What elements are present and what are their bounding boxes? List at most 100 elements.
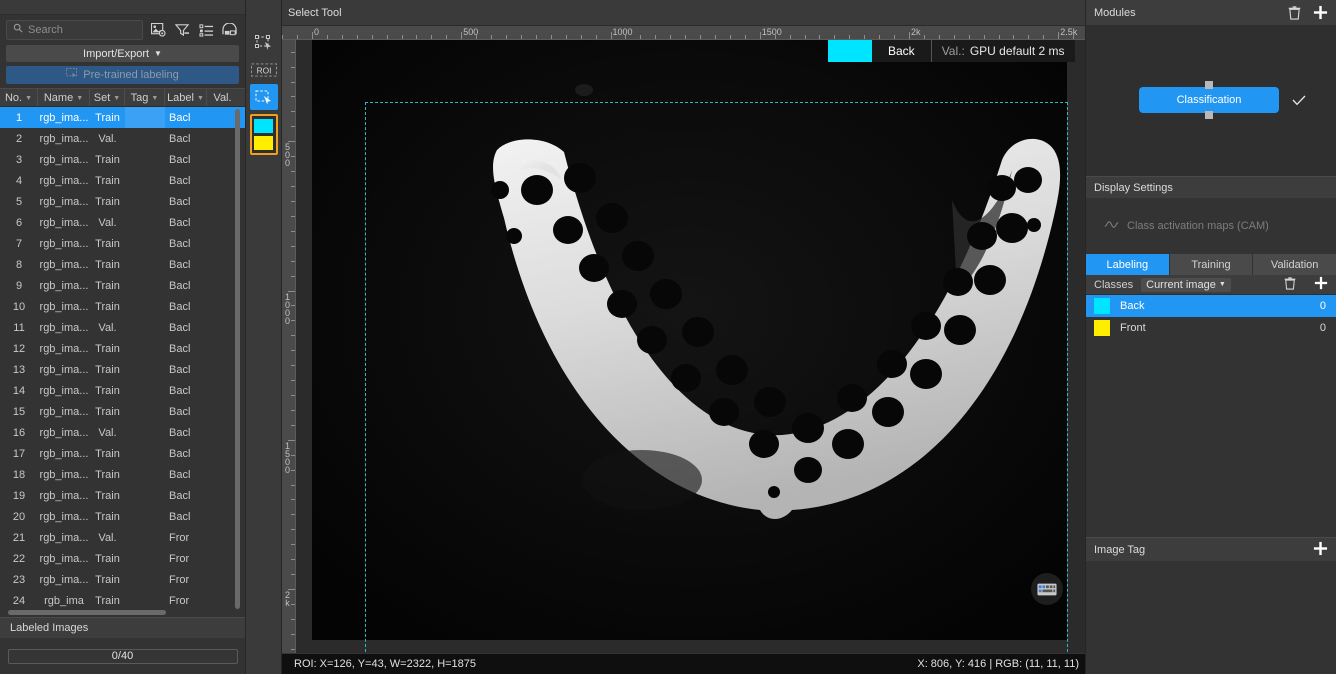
chevron-down-icon: ▼	[76, 95, 84, 102]
cell-tag[interactable]	[125, 149, 165, 170]
ruler-tick	[291, 171, 295, 173]
cell-tag[interactable]	[125, 590, 165, 611]
node-output-handle[interactable]	[1205, 111, 1213, 119]
cell-tag[interactable]	[125, 485, 165, 506]
class-swatch-back[interactable]	[254, 119, 273, 133]
dataset-table-body[interactable]: 1 rgb_ima... Train Bacl 2 rgb_ima... Val. Bacl 3…	[0, 107, 245, 617]
image-settings-icon[interactable]	[149, 21, 167, 39]
import-export-button[interactable]: Import/Export ▼	[6, 45, 239, 62]
table-row[interactable]: 13 rgb_ima... Train Bacl	[0, 359, 245, 380]
cell-tag[interactable]	[125, 170, 165, 191]
table-row[interactable]: 5 rgb_ima... Train Bacl	[0, 191, 245, 212]
classes-list[interactable]: Back 0 Front 0	[1086, 295, 1336, 339]
column-header-tag[interactable]: Tag ▼	[125, 89, 165, 106]
classes-scope-dropdown[interactable]: Current image ▼	[1141, 277, 1231, 292]
class-color-swatches[interactable]	[249, 114, 278, 155]
table-row[interactable]: 22 rgb_ima... Train Fror	[0, 548, 245, 569]
cell-tag[interactable]	[125, 128, 165, 149]
cell-tag[interactable]	[125, 569, 165, 590]
tab-labeling[interactable]: Labeling	[1086, 254, 1169, 275]
cell-tag[interactable]	[125, 464, 165, 485]
cell-tag[interactable]	[125, 317, 165, 338]
cell-tag[interactable]	[125, 296, 165, 317]
cell-tag[interactable]	[125, 212, 165, 233]
cell-tag[interactable]	[125, 275, 165, 296]
cell-tag[interactable]	[125, 191, 165, 212]
table-row[interactable]: 6 rgb_ima... Val. Bacl	[0, 212, 245, 233]
table-row[interactable]: 9 rgb_ima... Train Bacl	[0, 275, 245, 296]
tab-validation[interactable]: Validation	[1253, 254, 1336, 275]
cell-tag[interactable]	[125, 548, 165, 569]
node-input-handle[interactable]	[1205, 81, 1213, 89]
table-row[interactable]: 10 rgb_ima... Train Bacl	[0, 296, 245, 317]
list-view-icon[interactable]	[197, 21, 215, 39]
class-swatch-front[interactable]	[254, 136, 273, 150]
cam-option-row[interactable]: Class activation maps (CAM)	[1086, 198, 1336, 254]
cell-tag[interactable]	[125, 359, 165, 380]
vertical-ruler[interactable]: 500 1000 1500 2k	[282, 40, 296, 674]
table-row[interactable]: 24 rgb_ima Train Fror	[0, 590, 245, 611]
cell-tag[interactable]	[125, 443, 165, 464]
table-row[interactable]: 15 rgb_ima... Train Bacl	[0, 401, 245, 422]
cell-val	[207, 569, 238, 590]
table-row[interactable]: 4 rgb_ima... Train Bacl	[0, 170, 245, 191]
column-header-label[interactable]: Label ▼	[165, 89, 207, 106]
modules-graph-canvas[interactable]: Classification	[1086, 26, 1336, 176]
column-header-name[interactable]: Name ▼	[38, 89, 90, 106]
horizontal-ruler[interactable]: 0 500 1000 1500 2k 2.5k	[282, 26, 1085, 40]
column-header-val[interactable]: Val.	[207, 89, 238, 106]
cell-tag[interactable]	[125, 527, 165, 548]
column-header-no[interactable]: No. ▼	[0, 89, 38, 106]
pretrained-labeling-button[interactable]: Pre-trained labeling	[6, 66, 239, 84]
cell-tag[interactable]	[125, 422, 165, 443]
cell-no: 6	[15, 216, 23, 229]
keyboard-shortcuts-icon[interactable]	[1031, 573, 1063, 605]
thumbnail-view-icon[interactable]	[221, 21, 239, 39]
polygon-select-tool-icon[interactable]	[250, 30, 278, 56]
table-row[interactable]: 1 rgb_ima... Train Bacl	[0, 107, 245, 128]
dataset-table-vertical-scrollbar[interactable]	[235, 109, 240, 609]
table-row[interactable]: 14 rgb_ima... Train Bacl	[0, 380, 245, 401]
filter-icon[interactable]	[173, 21, 191, 39]
chevron-down-icon: ▼	[25, 95, 33, 102]
table-row[interactable]: 19 rgb_ima... Train Bacl	[0, 485, 245, 506]
table-row[interactable]: 7 rgb_ima... Train Bacl	[0, 233, 245, 254]
table-row[interactable]: 8 rgb_ima... Train Bacl	[0, 254, 245, 275]
cell-tag[interactable]	[125, 380, 165, 401]
table-row[interactable]: 12 rgb_ima... Train Bacl	[0, 338, 245, 359]
class-list-item[interactable]: Back 0	[1086, 295, 1336, 317]
tab-training[interactable]: Training	[1169, 254, 1253, 275]
plus-icon[interactable]	[1314, 276, 1328, 293]
table-row[interactable]: 17 rgb_ima... Train Bacl	[0, 443, 245, 464]
cell-tag[interactable]	[125, 107, 165, 128]
table-row[interactable]: 20 rgb_ima... Train Bacl	[0, 506, 245, 527]
select-tool-icon[interactable]	[249, 84, 278, 110]
table-row[interactable]: 21 rgb_ima... Val. Fror	[0, 527, 245, 548]
table-row[interactable]: 11 rgb_ima... Val. Bacl	[0, 317, 245, 338]
roi-tool-icon[interactable]: ROI	[250, 57, 278, 83]
table-row[interactable]: 2 rgb_ima... Val. Bacl	[0, 128, 245, 149]
image-viewport[interactable]: Back Val.: GPU default 2 ms	[296, 40, 1085, 653]
plus-icon[interactable]	[1313, 5, 1328, 20]
column-header-set[interactable]: Set ▼	[90, 89, 125, 106]
cell-tag[interactable]	[125, 254, 165, 275]
cell-tag[interactable]	[125, 506, 165, 527]
cell-tag[interactable]	[125, 401, 165, 422]
class-list-item[interactable]: Front 0	[1086, 317, 1336, 339]
table-row[interactable]: 18 rgb_ima... Train Bacl	[0, 464, 245, 485]
cell-tag[interactable]	[125, 233, 165, 254]
table-row[interactable]: 3 rgb_ima... Train Bacl	[0, 149, 245, 170]
table-row[interactable]: 23 rgb_ima... Train Fror	[0, 569, 245, 590]
trash-icon[interactable]	[1288, 5, 1301, 20]
search-input[interactable]: Search	[6, 19, 143, 40]
trash-icon[interactable]	[1284, 276, 1296, 293]
plus-icon[interactable]	[1313, 541, 1328, 559]
module-node-classification[interactable]: Classification	[1139, 81, 1279, 119]
table-row[interactable]: 16 rgb_ima... Val. Bacl	[0, 422, 245, 443]
cell-tag[interactable]	[125, 338, 165, 359]
image-canvas[interactable]	[312, 40, 1068, 653]
dataset-table-header: No. ▼ Name ▼ Set ▼ Tag ▼ Label ▼ Val.	[0, 88, 245, 107]
roi-selection-box[interactable]	[365, 102, 1068, 653]
cell-set: Val.	[98, 531, 117, 544]
dataset-table-horizontal-scrollbar[interactable]	[8, 610, 166, 615]
